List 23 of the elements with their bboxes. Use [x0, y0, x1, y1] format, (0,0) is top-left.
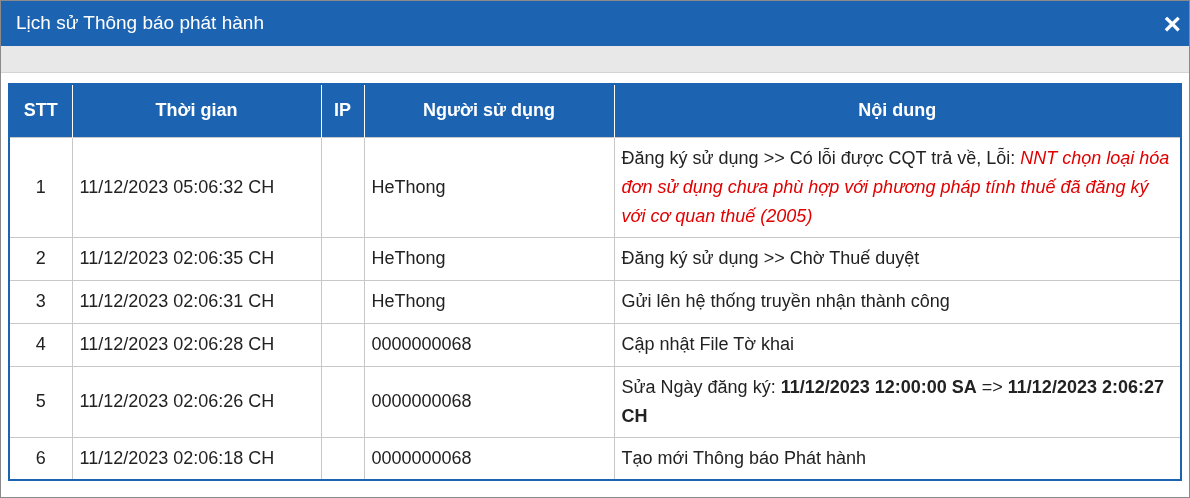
table-cell: 11/12/2023 02:06:28 CH [72, 323, 321, 366]
column-header: Người sử dụng [364, 84, 614, 137]
table-cell: 3 [9, 280, 72, 323]
column-header: Thời gian [72, 84, 321, 137]
table-cell: 4 [9, 323, 72, 366]
table-cell: 2 [9, 237, 72, 280]
table-cell: 5 [9, 366, 72, 437]
column-header: IP [321, 84, 364, 137]
column-header: Nội dung [614, 84, 1181, 137]
table-cell: 0000000068 [364, 366, 614, 437]
window-title: Lịch sử Thông báo phát hành [16, 11, 264, 36]
close-button[interactable]: × [1161, 8, 1183, 39]
table-cell: Đăng ký sử dụng >> Có lỗi được CQT trả về, Lỗi: NNT chọn loại hóa đơn sử dụng chưa phù hợp với phương pháp tính thuế đã đăng ký với cơ quan thuế (2005) [614, 137, 1181, 237]
table-cell: HeThong [364, 280, 614, 323]
table-cell: 1 [9, 137, 72, 237]
table-cell: 11/12/2023 02:06:35 CH [72, 237, 321, 280]
column-header: STT [9, 84, 72, 137]
table-cell: HeThong [364, 137, 614, 237]
table-cell: 11/12/2023 02:06:26 CH [72, 366, 321, 437]
table-cell: 0000000068 [364, 323, 614, 366]
table-cell: HeThong [364, 237, 614, 280]
table-cell: 11/12/2023 02:06:31 CH [72, 280, 321, 323]
table-cell: 11/12/2023 05:06:32 CH [72, 137, 321, 237]
